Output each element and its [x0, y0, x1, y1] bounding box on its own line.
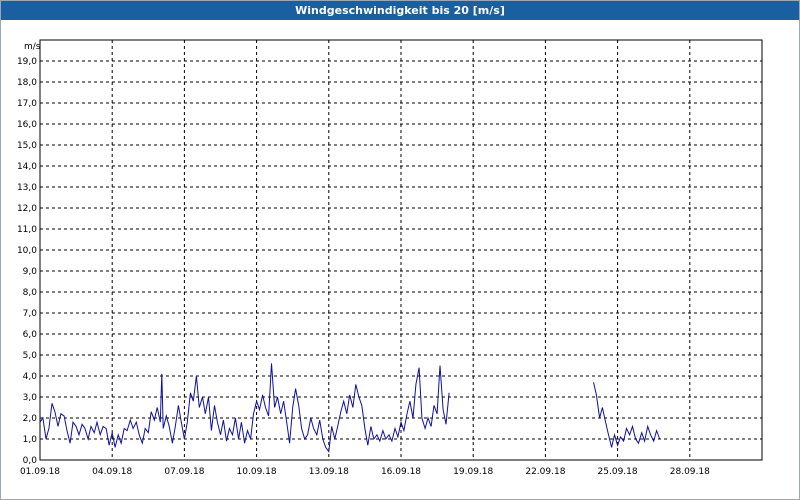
y-tick-label: 10,0: [17, 246, 37, 256]
x-tick-label: 25.09.18: [598, 467, 638, 477]
y-tick-label: 18,0: [17, 78, 37, 88]
x-tick-label: 16.09.18: [381, 467, 421, 477]
y-axis-label: m/s: [24, 42, 41, 52]
y-tick-label: 8,0: [23, 288, 38, 298]
y-tick-label: 13,0: [17, 183, 37, 193]
x-tick-label: 04.09.18: [92, 467, 132, 477]
y-tick-label: 3,0: [23, 393, 38, 403]
x-tick-label: 13.09.18: [309, 467, 349, 477]
y-tick-label: 5,0: [23, 351, 38, 361]
y-tick-label: 6,0: [23, 330, 38, 340]
y-tick-label: 14,0: [17, 162, 37, 172]
y-tick-label: 9,0: [23, 267, 38, 277]
y-tick-label: 19,0: [17, 57, 37, 67]
grid: [40, 40, 762, 460]
x-tick-label: 22.09.18: [525, 467, 565, 477]
y-tick-label: 12,0: [17, 204, 37, 214]
y-tick-label: 0,0: [23, 456, 38, 466]
y-tick-label: 4,0: [23, 372, 38, 382]
y-tick-label: 17,0: [17, 99, 37, 109]
y-tick-label: 2,0: [23, 414, 38, 424]
y-tick-label: 7,0: [23, 309, 38, 319]
y-tick-label: 1,0: [23, 435, 38, 445]
y-tick-label: 16,0: [17, 120, 37, 130]
x-tick-label: 10.09.18: [237, 467, 277, 477]
x-tick-label: 01.09.18: [20, 467, 60, 477]
y-tick-label: 11,0: [17, 225, 37, 235]
x-tick-label: 07.09.18: [164, 467, 204, 477]
y-axis-ticks: 0,0 1,0 2,0 3,0 4,0 5,0 6,0 7,0 8,0 9,0 10,0 11,0 12…: [17, 57, 37, 466]
wind-speed-chart: 0,0 1,0 2,0 3,0 4,0 5,0 6,0 7,0 8,0 9,0 10,0 11,0 12…: [17, 39, 763, 477]
x-tick-label: 28.09.18: [670, 467, 710, 477]
y-tick-label: 15,0: [17, 141, 37, 151]
x-tick-label: 19.09.18: [453, 467, 493, 477]
x-axis-ticks: 01.09.18 04.09.18 07.09.18 10.09.18 13.09.18…: [20, 467, 710, 477]
